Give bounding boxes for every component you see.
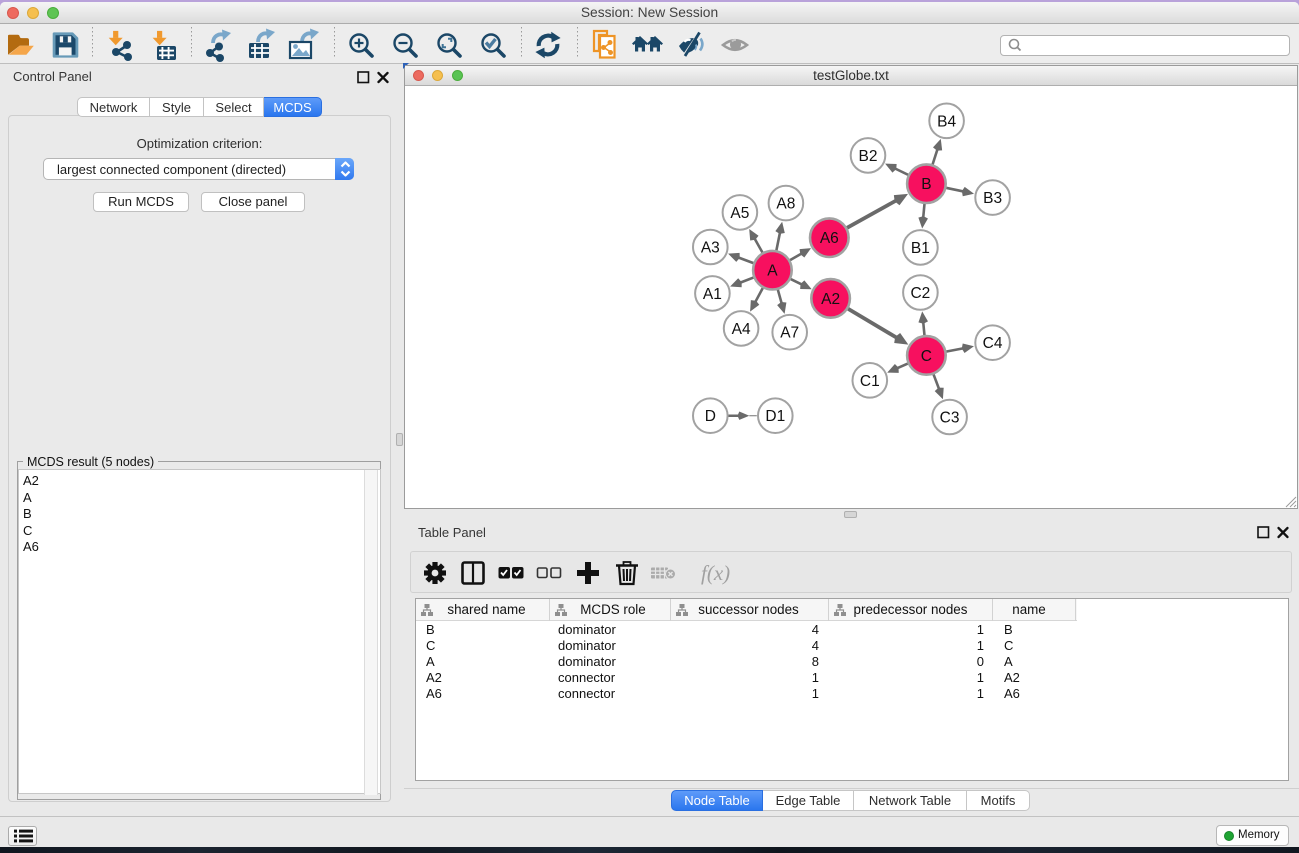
svg-text:A8: A8 (776, 196, 795, 213)
svg-text:A4: A4 (732, 321, 751, 338)
svg-text:C2: C2 (910, 285, 930, 302)
svg-text:D1: D1 (765, 408, 785, 425)
svg-text:B4: B4 (937, 113, 956, 130)
svg-text:C1: C1 (860, 373, 880, 390)
svg-text:D: D (705, 408, 716, 425)
svg-text:B1: B1 (911, 240, 930, 257)
svg-text:f(x): f(x) (701, 561, 730, 585)
svg-text:A3: A3 (701, 240, 720, 257)
svg-text:A: A (767, 263, 778, 280)
svg-text:C4: C4 (983, 335, 1003, 352)
svg-text:A2: A2 (821, 291, 840, 308)
svg-text:B3: B3 (983, 190, 1002, 207)
svg-text:C: C (921, 348, 932, 365)
svg-text:A6: A6 (820, 230, 839, 247)
svg-text:A1: A1 (703, 286, 722, 303)
svg-text:A7: A7 (780, 325, 799, 342)
svg-text:C3: C3 (940, 410, 960, 427)
svg-text:B: B (921, 176, 931, 193)
svg-text:A5: A5 (730, 205, 749, 222)
svg-text:B2: B2 (859, 148, 878, 165)
